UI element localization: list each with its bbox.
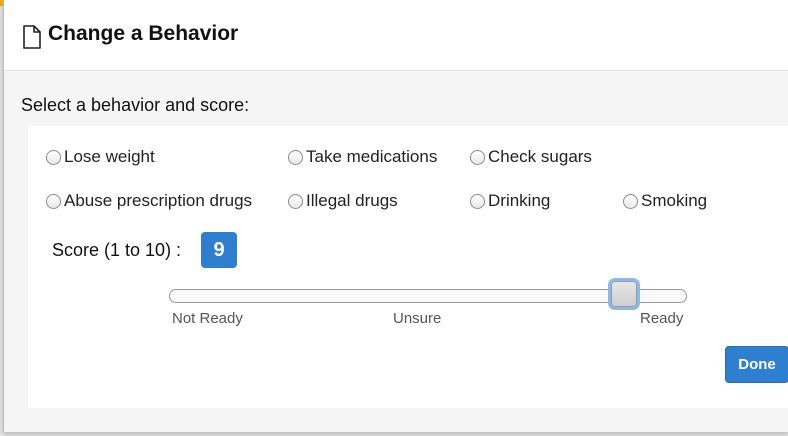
behavior-option-illegal-drugs[interactable]: Illegal drugs (288, 191, 398, 211)
readiness-slider-track[interactable] (169, 289, 687, 303)
readiness-slider-handle[interactable] (611, 281, 637, 307)
behavior-option-drinking[interactable]: Drinking (470, 191, 550, 211)
change-behavior-dialog: Change a Behavior Select a behavior and … (3, 0, 788, 432)
behavior-option-label: Check sugars (488, 147, 592, 166)
slider-label-ready: Ready (640, 310, 684, 327)
dialog-body: Select a behavior and score: Lose weight… (4, 71, 788, 432)
behavior-option-smoking[interactable]: Smoking (623, 191, 707, 211)
slider-label-unsure: Unsure (393, 310, 442, 327)
dialog-title: Change a Behavior (48, 22, 239, 45)
radio-button[interactable] (470, 193, 485, 209)
behavior-option-label: Take medications (306, 147, 438, 166)
behavior-prompt: Select a behavior and score: (21, 95, 250, 115)
dialog-header: Change a Behavior (4, 0, 788, 71)
radio-button[interactable] (470, 149, 485, 165)
radio-button[interactable] (46, 149, 61, 165)
document-icon (23, 25, 41, 49)
radio-button[interactable] (46, 193, 61, 209)
score-label: Score (1 to 10) : (52, 240, 182, 260)
score-value-badge: 9 (201, 232, 237, 268)
behavior-option-take-medications[interactable]: Take medications (288, 147, 437, 167)
behavior-option-abuse-prescription-drugs[interactable]: Abuse prescription drugs (46, 191, 252, 211)
done-button[interactable]: Done (725, 346, 788, 383)
behavior-panel: Lose weight Take medications Check sugar… (28, 126, 788, 408)
slider-label-not-ready: Not Ready (172, 310, 243, 327)
behavior-option-label: Smoking (641, 191, 708, 210)
behavior-option-label: Illegal drugs (306, 191, 398, 210)
behavior-option-check-sugars[interactable]: Check sugars (470, 147, 592, 167)
radio-button[interactable] (288, 149, 303, 165)
behavior-option-label: Drinking (488, 191, 551, 210)
behavior-option-label: Lose weight (64, 147, 155, 166)
radio-button[interactable] (623, 193, 638, 209)
radio-button[interactable] (288, 193, 303, 209)
behavior-option-label: Abuse prescription drugs (64, 191, 253, 210)
behavior-option-lose-weight[interactable]: Lose weight (46, 147, 155, 167)
